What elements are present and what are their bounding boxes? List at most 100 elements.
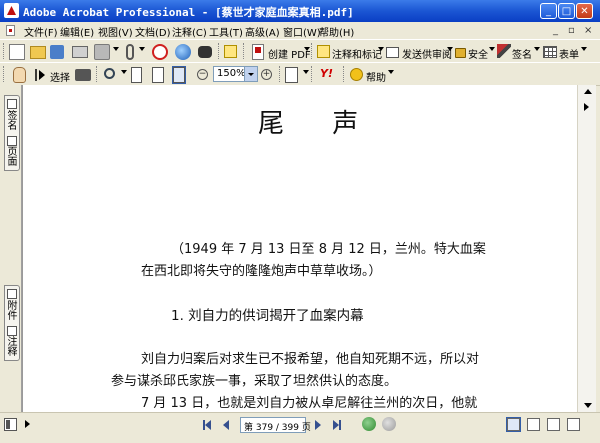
send-review-button[interactable]: 发送供审阅	[402, 46, 452, 61]
create-pdf-icon[interactable]	[252, 44, 264, 60]
yahoo-icon[interactable]: Y!	[320, 67, 338, 83]
menu-help[interactable]: 帮助(H)	[319, 24, 354, 39]
page-options-icon[interactable]	[4, 418, 17, 431]
last-page-icon[interactable]	[330, 419, 342, 431]
security-dropdown-icon[interactable]	[489, 47, 495, 51]
zoom-out-icon[interactable]: −	[197, 69, 208, 80]
toolbar-grip[interactable]	[343, 66, 347, 82]
minimize-button[interactable]: _	[540, 3, 557, 19]
panel-expand-icon[interactable]	[584, 103, 589, 111]
go-forward-icon[interactable]	[382, 417, 396, 431]
zoom-tool-icon[interactable]	[104, 68, 115, 79]
create-pdf-dropdown-icon[interactable]	[304, 47, 310, 51]
menu-view[interactable]: 视图(V)	[98, 24, 133, 39]
web-icon[interactable]	[175, 44, 191, 60]
menu-tools[interactable]: 工具(T)	[209, 24, 243, 39]
menu-file[interactable]: 文件(F)	[24, 24, 58, 39]
single-page-layout-icon[interactable]	[506, 417, 521, 432]
doc-close-button[interactable]: ×	[584, 25, 592, 36]
nav-tab-signatures-pages[interactable]: 签名 页面	[4, 95, 20, 171]
toolbar-grip[interactable]	[311, 66, 315, 82]
comments-tab-icon	[7, 326, 17, 336]
go-back-icon[interactable]	[362, 417, 376, 431]
scroll-up-icon[interactable]	[581, 85, 594, 98]
acrobat-app-icon[interactable]	[4, 3, 19, 18]
first-page-icon[interactable]	[202, 419, 214, 431]
forms-button[interactable]: 表单	[559, 46, 579, 61]
print-icon[interactable]	[72, 46, 88, 58]
pen-icon[interactable]	[497, 44, 511, 58]
page-options-arrow-icon[interactable]	[25, 420, 30, 428]
forms-icon[interactable]	[543, 46, 557, 58]
forms-dropdown-icon[interactable]	[581, 47, 587, 51]
zoom-tool-dropdown-icon[interactable]	[121, 70, 127, 74]
scroll-down-icon[interactable]	[581, 399, 594, 412]
save-icon[interactable]	[50, 45, 64, 59]
menu-comments[interactable]: 注释(C)	[172, 24, 207, 39]
continuous-facing-layout-icon[interactable]	[567, 418, 580, 431]
zoom-in-icon[interactable]: +	[261, 69, 272, 80]
comment-icon[interactable]	[317, 45, 330, 58]
doc-restore-button[interactable]: ▫	[568, 25, 575, 36]
toolbar-grip[interactable]	[279, 66, 283, 82]
paragraph-1-line-1: 刘自力归案后对求生已不报希望，他自知死期不远，所以对	[141, 352, 480, 367]
organizer-icon[interactable]	[224, 45, 237, 58]
help-button[interactable]: 帮助	[366, 69, 386, 84]
email-dropdown-icon[interactable]	[113, 47, 119, 51]
continuous-layout-icon[interactable]	[527, 418, 540, 431]
select-cursor-icon[interactable]	[34, 67, 46, 83]
menu-document[interactable]: 文档(D)	[135, 24, 171, 39]
zoom-level-dropdown-icon[interactable]	[244, 67, 257, 81]
attach-icon[interactable]	[126, 44, 134, 60]
rotate-dropdown-icon[interactable]	[303, 70, 309, 74]
toolbar-grip[interactable]	[243, 43, 247, 59]
attachments-tab-label: 附件	[5, 300, 16, 320]
maximize-button[interactable]: □	[558, 3, 575, 19]
close-button[interactable]: ✕	[576, 3, 593, 19]
comment-dropdown-icon[interactable]	[378, 47, 384, 51]
open-folder-icon[interactable]	[30, 46, 46, 59]
signatures-tab-icon	[7, 99, 17, 109]
help-icon[interactable]	[350, 68, 363, 81]
toolbar-grip[interactable]	[311, 43, 315, 59]
search-icon[interactable]	[198, 46, 212, 58]
snapshot-icon[interactable]	[75, 69, 91, 81]
toolbar-grip[interactable]	[96, 66, 100, 82]
select-tool-button[interactable]: 选择	[50, 69, 70, 84]
toolbar-grip[interactable]	[3, 43, 7, 59]
document-icon[interactable]	[6, 25, 15, 36]
send-review-icon[interactable]	[386, 47, 399, 58]
previous-page-icon[interactable]	[220, 419, 232, 431]
menu-window[interactable]: 窗口(W)	[283, 24, 321, 39]
sign-button[interactable]: 签名	[512, 46, 532, 61]
comment-markup-button[interactable]: 注释和标记	[332, 46, 382, 61]
security-button[interactable]: 安全	[468, 46, 488, 61]
actual-size-icon[interactable]	[131, 67, 142, 83]
toolbar-grip[interactable]	[218, 43, 222, 59]
doc-minimize-button[interactable]: _	[553, 25, 558, 36]
status-bar: 第 379 / 399 页	[0, 412, 600, 438]
title-bar[interactable]: Adobe Acrobat Professional - [蔡世才家庭血案真相.…	[0, 0, 600, 22]
create-new-icon[interactable]	[9, 44, 25, 60]
rotate-view-icon[interactable]	[285, 67, 298, 83]
window-title: Adobe Acrobat Professional - [蔡世才家庭血案真相.…	[23, 6, 354, 19]
send-review-dropdown-icon[interactable]	[447, 47, 453, 51]
fit-page-icon[interactable]	[152, 67, 164, 83]
hand-tool-icon[interactable]	[13, 67, 26, 83]
help-dropdown-icon[interactable]	[388, 70, 394, 74]
toolbar-grip[interactable]	[3, 66, 7, 82]
email-icon[interactable]	[94, 44, 110, 60]
stamp-icon[interactable]	[152, 44, 168, 60]
attach-dropdown-icon[interactable]	[139, 47, 145, 51]
document-page[interactable]: 尾 声 （1949 年 7 月 13 日至 8 月 12 日，兰州。特大血案 在…	[22, 85, 577, 412]
nav-tab-attachments-comments[interactable]: 附件 注释	[4, 285, 20, 361]
sign-dropdown-icon[interactable]	[534, 47, 540, 51]
menu-advanced[interactable]: 高级(A)	[245, 24, 280, 39]
lock-icon[interactable]	[455, 48, 466, 58]
next-page-icon[interactable]	[312, 419, 324, 431]
facing-layout-icon[interactable]	[547, 418, 560, 431]
page-number-field[interactable]: 第 379 / 399 页	[240, 417, 311, 433]
vertical-scrollbar[interactable]	[577, 85, 596, 412]
menu-edit[interactable]: 编辑(E)	[60, 24, 94, 39]
fit-width-icon[interactable]	[172, 66, 186, 84]
